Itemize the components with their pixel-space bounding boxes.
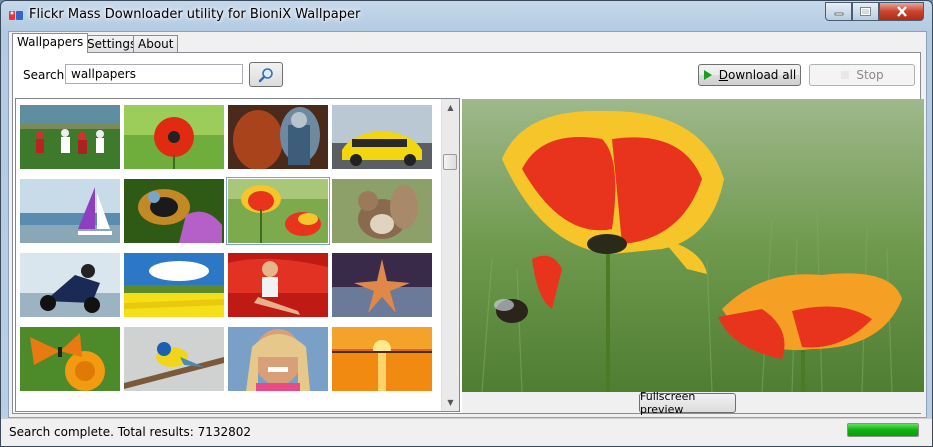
thumbnail[interactable] — [332, 105, 432, 169]
thumbnail[interactable] — [228, 253, 328, 317]
title-bar[interactable]: Flickr Mass Downloader utility for Bioni… — [1, 1, 932, 29]
thumbnail[interactable] — [124, 327, 224, 391]
close-button[interactable] — [879, 2, 924, 21]
thumbnail-gallery[interactable]: ▲ ▼ — [15, 98, 460, 412]
stop-button[interactable]: Stop — [809, 64, 915, 86]
maximize-button[interactable] — [852, 2, 879, 21]
close-icon — [896, 6, 907, 17]
fullscreen-preview-button[interactable]: Fullscreen preview — [639, 390, 736, 416]
preview-image — [462, 99, 924, 392]
search-label: Search: — [23, 68, 69, 82]
client-area: Wallpapers Settings About Search: Downlo… — [8, 31, 927, 418]
status-text: Search complete. Total results: 7132802 — [9, 425, 252, 439]
scroll-up-arrow-icon[interactable]: ▲ — [442, 99, 459, 116]
thumbnail[interactable] — [332, 179, 432, 243]
app-window: Flickr Mass Downloader utility for Bioni… — [0, 0, 933, 447]
minimize-icon — [834, 12, 843, 15]
thumbnail[interactable] — [124, 253, 224, 317]
thumbnail[interactable] — [20, 179, 120, 243]
scroll-down-arrow-icon[interactable]: ▼ — [442, 394, 459, 411]
stop-icon — [841, 71, 850, 79]
scrollbar-thumb[interactable] — [443, 154, 457, 170]
tab-wallpapers[interactable]: Wallpapers — [12, 33, 89, 53]
tab-about[interactable]: About — [133, 35, 179, 52]
thumbnail[interactable] — [124, 105, 224, 169]
magnifier-icon — [258, 67, 273, 82]
download-all-button[interactable]: Download all — [698, 64, 801, 86]
stop-label: Stop — [856, 68, 884, 82]
app-icon — [9, 11, 23, 20]
search-input[interactable] — [65, 64, 243, 84]
wallpapers-panel: Search: Download all Stop — [12, 52, 924, 416]
thumbnail[interactable] — [332, 327, 432, 391]
progress-fill — [848, 424, 918, 436]
window-title: Flickr Mass Downloader utility for Bioni… — [29, 7, 361, 22]
thumbnail[interactable] — [332, 253, 432, 317]
thumbnail[interactable] — [20, 105, 120, 169]
gallery-scrollbar[interactable]: ▲ ▼ — [441, 99, 459, 411]
status-bar: Search complete. Total results: 7132802 — [1, 418, 932, 446]
progress-bar — [847, 423, 919, 437]
thumbnail[interactable] — [20, 253, 120, 317]
maximize-icon — [860, 7, 871, 16]
thumbnail[interactable] — [228, 327, 328, 391]
minimize-button[interactable] — [825, 2, 852, 21]
thumbnail[interactable] — [20, 327, 120, 391]
play-icon — [703, 70, 712, 80]
search-button[interactable] — [249, 62, 283, 87]
thumbnail[interactable] — [228, 105, 328, 169]
download-all-label: Download all — [718, 68, 797, 82]
thumbnail[interactable] — [124, 179, 224, 243]
thumbnail[interactable] — [226, 177, 330, 245]
preview-toolbar: Fullscreen preview — [462, 390, 924, 416]
